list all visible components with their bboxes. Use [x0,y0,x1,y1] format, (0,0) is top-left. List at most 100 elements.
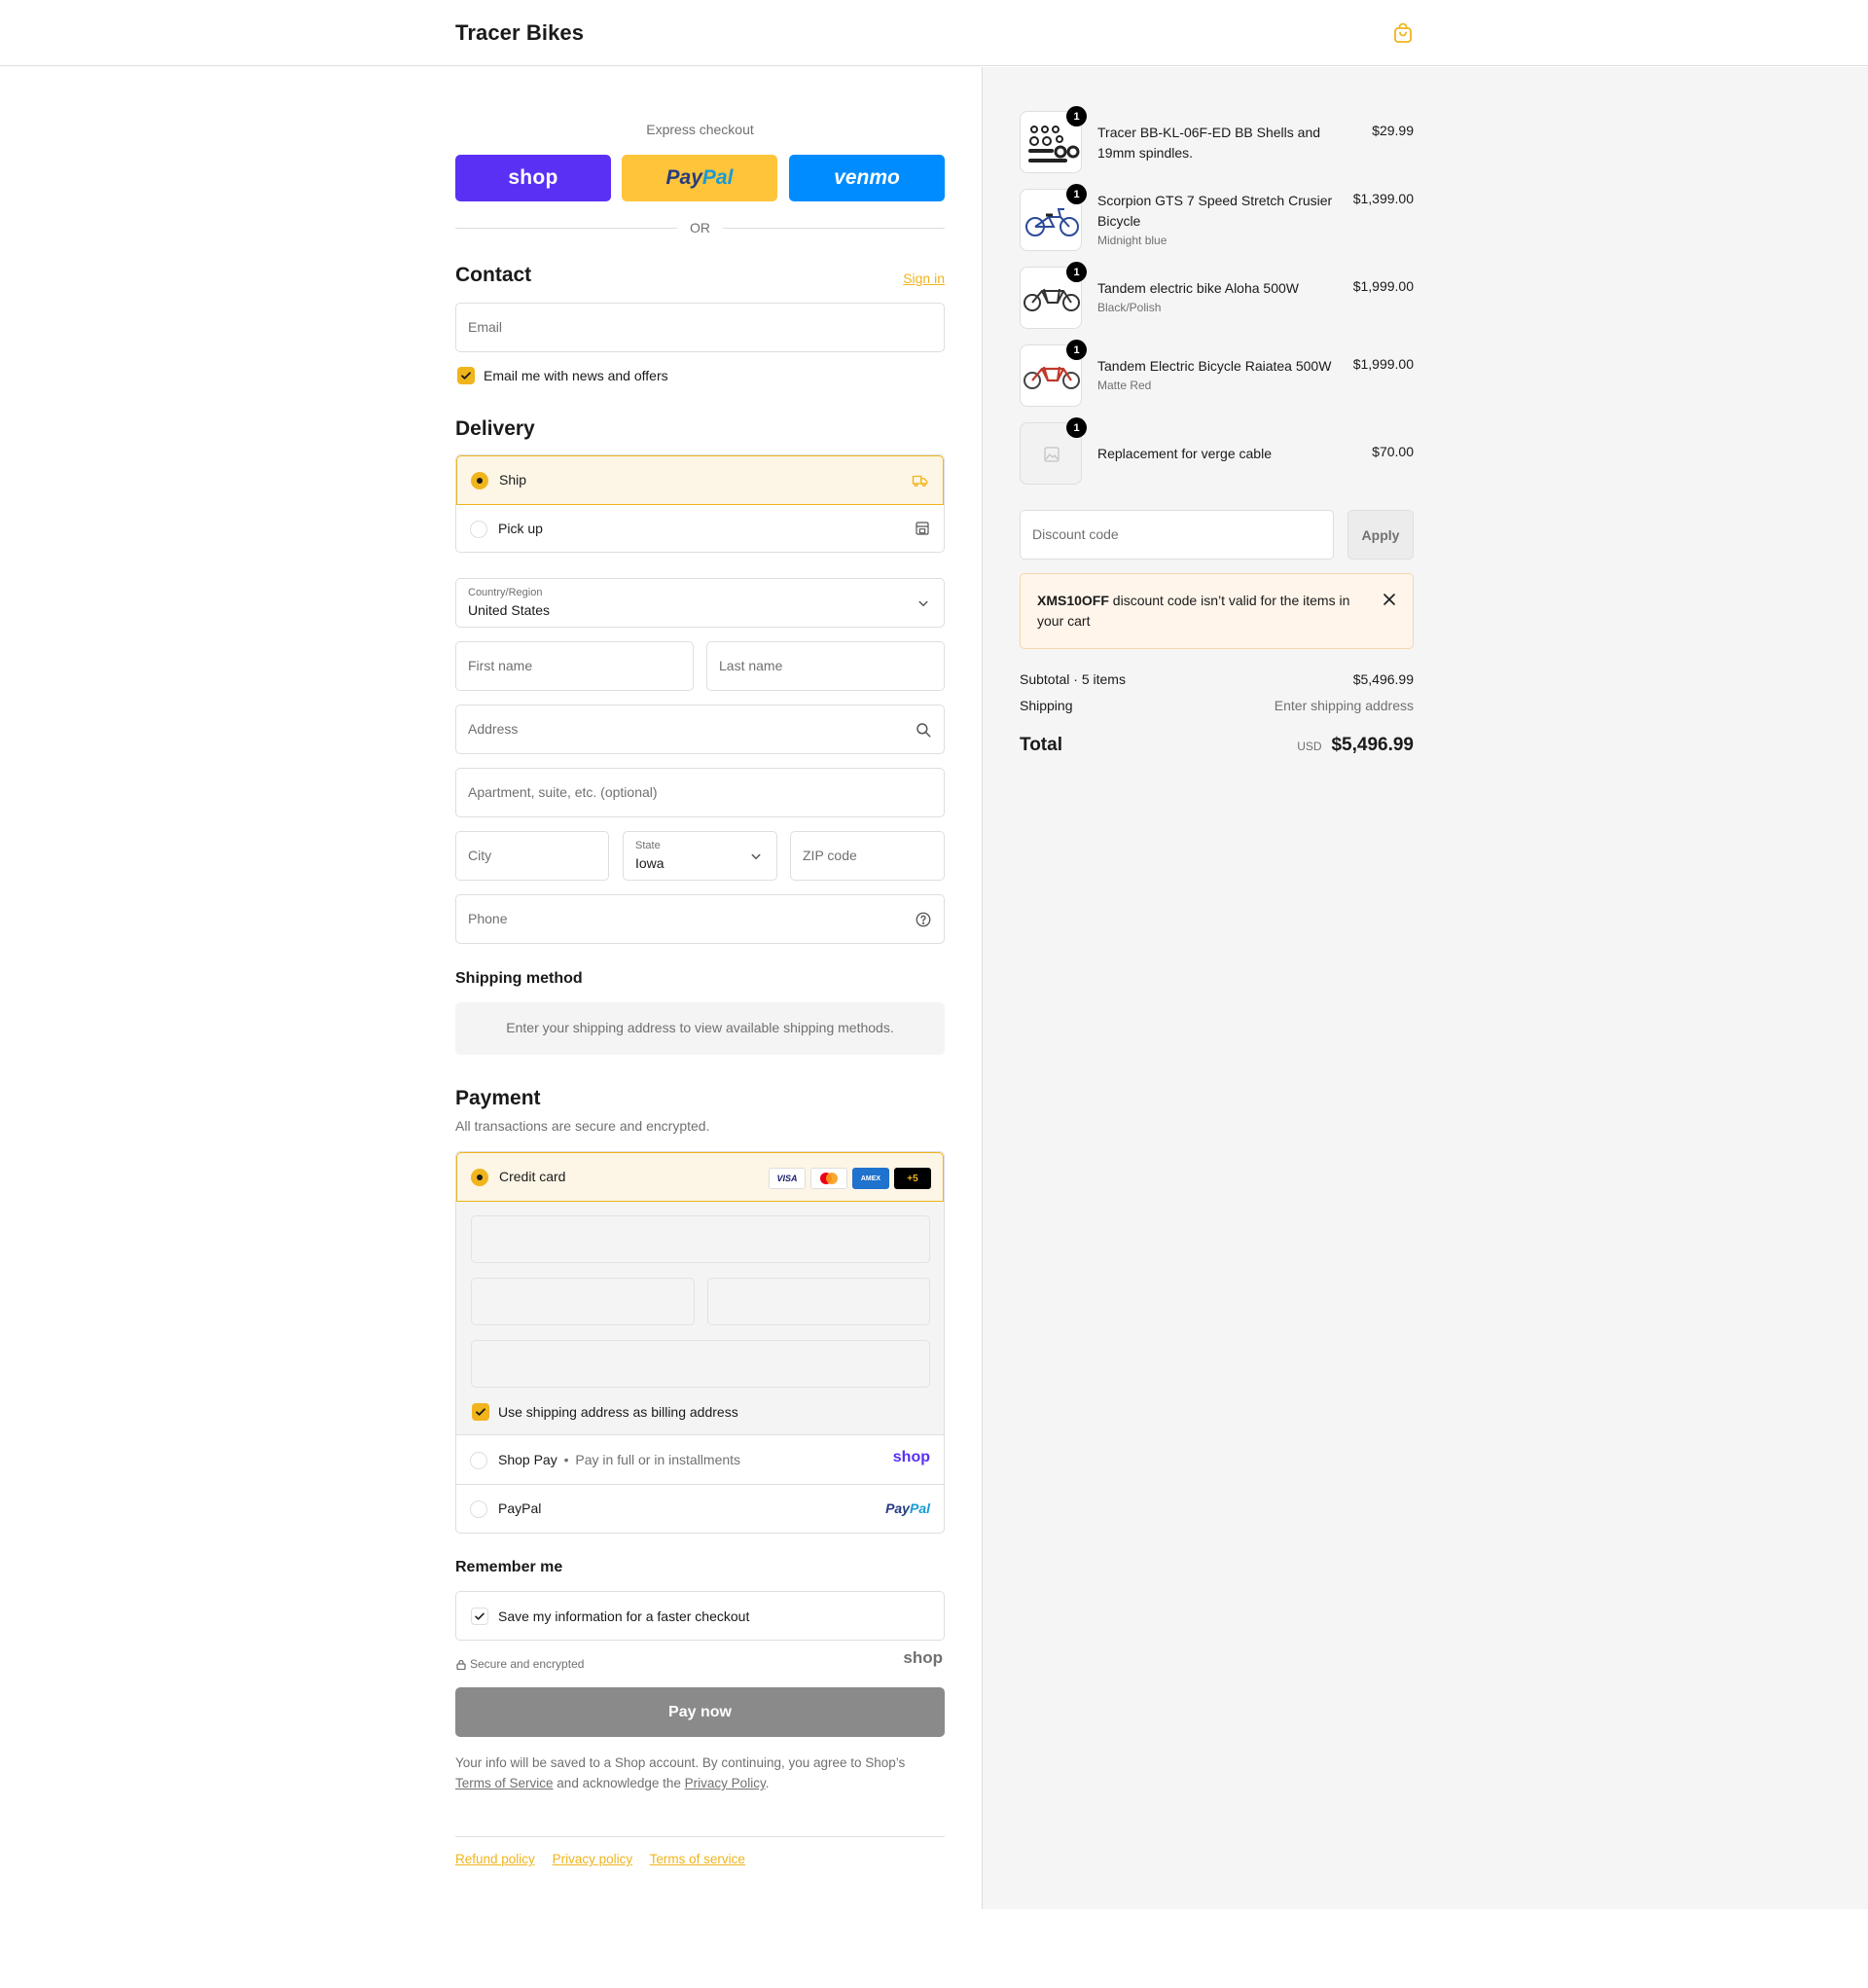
billing-checkbox[interactable] [472,1403,489,1421]
venmo-logo: venmo [834,166,900,189]
item-price: $1,399.00 [1352,191,1414,206]
shopping-bag-icon[interactable] [1391,21,1415,45]
store-icon [916,522,929,535]
apply-discount-button[interactable]: Apply [1347,510,1414,560]
mastercard-icon [810,1168,847,1189]
product-thumbnail: 1 [1020,184,1087,251]
shop-pay-logo: shop [508,166,558,189]
delivery-title: Delivery [455,417,535,440]
last-name-input[interactable]: Last name [706,641,945,691]
shop-pay-radio[interactable] [470,1452,487,1469]
card-number-frame[interactable] [471,1215,930,1263]
footer-divider [455,1836,945,1837]
item-name: Tracer BB-KL-06F-ED BB Shells and 19mm s… [1097,125,1321,161]
first-name-input[interactable]: First name [455,641,694,691]
cart-item: 1 Scorpion GTS 7 Speed Stretch Crusier B… [1020,184,1414,253]
cart-item: 1 Tandem electric bike Aloha 500W Black/… [1020,262,1414,331]
item-variant: Midnight blue [1097,234,1168,247]
news-checkbox[interactable] [457,367,475,384]
paypal-option[interactable]: PayPal PayPal [456,1485,944,1533]
cart-item: 1 Tracer BB-KL-06F-ED BB Shells and 19mm… [1020,106,1414,175]
or-divider: OR [455,218,945,237]
item-name: Replacement for verge cable [1097,446,1272,461]
subtotal-row: Subtotal · 5 items $5,496.99 [1020,671,1414,687]
payment-options: Credit card VISA AMEX +5 Use shipping ad… [455,1151,945,1534]
card-name-frame[interactable] [471,1340,930,1388]
venmo-button[interactable]: venmo [789,155,945,201]
discount-error-notice: XMS10OFF discount code isn’t valid for t… [1020,573,1414,649]
email-input[interactable]: Email [455,303,945,352]
privacy-policy-footer-link[interactable]: Privacy policy [553,1852,633,1866]
quantity-badge: 1 [1066,106,1087,127]
pickup-option[interactable]: Pick up [456,505,944,552]
item-variant: Matte Red [1097,379,1152,392]
brand-logo[interactable]: Tracer Bikes [455,20,584,46]
shop-pay-button[interactable]: shop [455,155,611,201]
header: Tracer Bikes [0,0,1868,66]
item-price: $1,999.00 [1352,356,1414,372]
chevron-down-icon [751,853,761,859]
subtotal-value: $5,496.99 [1352,671,1414,687]
item-name: Tandem electric bike Aloha 500W [1097,280,1299,296]
total-value: $5,496.99 [1331,735,1414,755]
terms-of-service-footer-link[interactable]: Terms of service [650,1852,745,1866]
cart-item: 1 Tandem Electric Bicycle Raiatea 500W M… [1020,340,1414,409]
payment-title: Payment [455,1087,541,1109]
item-price: $1,999.00 [1352,278,1414,294]
shop-pay-logo: shop [892,1449,930,1465]
quantity-badge: 1 [1066,184,1087,204]
item-price: $29.99 [1372,123,1414,138]
checkmark-icon [475,1612,485,1620]
currency-code: USD [1297,740,1322,753]
product-thumbnail: 1 [1020,340,1087,407]
card-cvv-frame[interactable] [707,1278,930,1325]
order-summary-panel [982,67,1868,1909]
shop-pay-option[interactable]: Shop Pay • Pay in full or in installment… [456,1436,944,1485]
shop-logo: shop [903,1648,943,1667]
contact-title: Contact [455,264,532,286]
save-info-option[interactable]: Save my information for a faster checkou… [455,1591,945,1641]
card-expiry-frame[interactable] [471,1278,695,1325]
address-input[interactable]: Address [455,705,945,754]
save-info-checkbox[interactable] [471,1608,488,1625]
paypal-logo: PayPal [665,166,734,189]
pay-now-button[interactable]: Pay now [455,1687,945,1737]
news-label: Email me with news and offers [484,368,668,383]
privacy-policy-link[interactable]: Privacy Policy [685,1776,766,1790]
save-info-label: Save my information for a faster checkou… [498,1608,750,1624]
paypal-radio[interactable] [470,1500,487,1518]
credit-card-option[interactable]: Credit card VISA AMEX +5 [456,1152,944,1202]
state-select[interactable]: State Iowa [623,831,777,881]
pickup-radio[interactable] [470,521,487,538]
truck-icon [912,475,928,488]
remember-title: Remember me [455,1559,563,1575]
paypal-button[interactable]: PayPal [622,155,777,201]
country-select[interactable]: Country/Region United States [455,578,945,628]
more-cards-badge: +5 [894,1168,931,1189]
refund-policy-link[interactable]: Refund policy [455,1852,535,1866]
close-icon[interactable] [1382,592,1397,607]
cart-item: 1 Replacement for verge cable $70.00 [1020,417,1414,487]
credit-card-form: Use shipping address as billing address [456,1202,944,1435]
lock-icon [456,1659,466,1670]
sign-in-link[interactable]: Sign in [903,271,945,286]
ship-option[interactable]: Ship [456,455,944,505]
discount-code-input[interactable]: Discount code [1020,510,1334,560]
discount-code-name: XMS10OFF [1037,593,1109,608]
phone-input[interactable]: Phone [455,894,945,944]
chevron-down-icon [918,600,928,606]
apartment-input[interactable]: Apartment, suite, etc. (optional) [455,768,945,817]
help-icon[interactable] [915,911,932,928]
terms-of-service-link[interactable]: Terms of Service [455,1776,554,1790]
zip-input[interactable]: ZIP code [790,831,945,881]
city-input[interactable]: City [455,831,609,881]
product-thumbnail: 1 [1020,106,1087,173]
billing-label: Use shipping address as billing address [498,1404,738,1420]
product-thumbnail: 1 [1020,262,1087,329]
ship-radio[interactable] [471,472,488,489]
product-thumbnail: 1 [1020,417,1087,485]
credit-card-radio[interactable] [471,1169,488,1186]
paypal-logo: PayPal [885,1500,930,1516]
item-name: Tandem Electric Bicycle Raiatea 500W [1097,358,1332,374]
quantity-badge: 1 [1066,340,1087,360]
